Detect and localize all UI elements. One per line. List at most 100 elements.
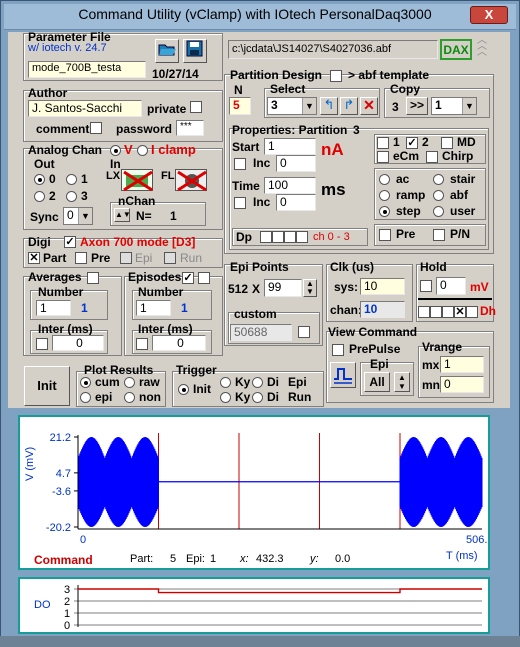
trigger-ky-radio-1[interactable] (220, 377, 231, 388)
open-file-button[interactable] (155, 39, 179, 63)
comment-checkbox[interactable] (90, 122, 102, 134)
ramp-radio[interactable] (379, 190, 390, 201)
averages-inter-label: Inter (ms) (38, 322, 93, 336)
v-clamp-radio[interactable] (110, 145, 121, 156)
copy-button[interactable]: >> (406, 97, 428, 115)
non-radio[interactable] (124, 392, 135, 403)
episodes-number-field[interactable]: 1 (136, 300, 171, 316)
trigger-ky-radio-2[interactable] (220, 392, 231, 403)
i-clamp-radio[interactable] (137, 145, 148, 156)
dh-checkbox-0[interactable] (418, 306, 430, 318)
param-file-name[interactable]: mode_700B_testa (28, 61, 146, 78)
sync-select[interactable]: 0 ▼ (63, 207, 93, 225)
dh-checkbox-4[interactable] (466, 306, 478, 318)
abf-radio[interactable] (433, 190, 444, 201)
trigger-di-radio-2[interactable] (252, 392, 263, 403)
time-inc-field[interactable]: 0 (276, 194, 316, 211)
chan-1-checkbox[interactable] (377, 137, 389, 149)
digi-run-checkbox[interactable] (164, 252, 176, 264)
dp-checkbox-1[interactable] (272, 231, 284, 243)
raw-radio[interactable] (124, 377, 135, 388)
axon-mode-checkbox[interactable]: ✓ (64, 236, 76, 248)
md-checkbox[interactable] (441, 137, 453, 149)
out-2-radio[interactable] (34, 191, 45, 202)
episodes-checkbox-1[interactable]: ✓ (182, 272, 194, 284)
prepulse-checkbox[interactable] (332, 344, 344, 356)
n-field[interactable]: 5 (229, 97, 251, 115)
out-3-radio[interactable] (66, 191, 77, 202)
time-field[interactable]: 100 (264, 177, 316, 194)
lx-crossed-icon[interactable] (121, 169, 153, 192)
user-radio[interactable] (433, 206, 444, 217)
chan-2-checkbox[interactable]: ✓ (406, 137, 418, 149)
dp-checkbox-0[interactable] (260, 231, 272, 243)
view-epi-all-button[interactable]: All (364, 372, 390, 392)
chan-field[interactable]: 10 (360, 301, 405, 318)
averages-number-field[interactable]: 1 (36, 300, 71, 316)
ac-radio[interactable] (379, 174, 390, 185)
mx-field[interactable]: 1 (440, 356, 484, 373)
select-partition[interactable]: 3 ▼ (267, 97, 317, 115)
averages-inter-checkbox[interactable] (36, 338, 48, 350)
save-file-button[interactable] (183, 39, 207, 63)
pre-checkbox[interactable] (379, 229, 391, 241)
out-0-radio[interactable] (34, 174, 45, 185)
stair-radio[interactable] (433, 174, 444, 185)
averages-inter-field[interactable]: 0 (52, 335, 104, 351)
copy-from-value: 3 (392, 100, 399, 114)
dp-checkbox-3[interactable] (296, 231, 308, 243)
digi-epi-checkbox[interactable] (120, 252, 132, 264)
delete-partition-button[interactable]: ✕ (360, 97, 378, 115)
epi-points-mult-field[interactable]: 99 (264, 279, 302, 297)
episodes-inter-checkbox[interactable] (136, 338, 148, 350)
abf-template-checkbox[interactable] (330, 70, 342, 82)
dp-checkbox-2[interactable] (284, 231, 296, 243)
episodes-checkbox-2[interactable] (198, 272, 210, 284)
digital-out-plot[interactable]: 3210 DO (18, 577, 490, 634)
epi-points-x: X (252, 282, 261, 296)
out-1-radio[interactable] (66, 174, 77, 185)
ac-label: ac (396, 172, 410, 186)
start-inc-checkbox[interactable] (234, 158, 246, 170)
view-epi-spin[interactable]: ▲ ▼ (394, 372, 410, 392)
averages-checkbox[interactable] (87, 272, 99, 284)
author-name-field[interactable]: J. Santos-Sacchi (28, 100, 142, 117)
dax-button[interactable]: DAX (440, 39, 472, 60)
dh-checkbox-2[interactable] (442, 306, 454, 318)
start-field[interactable]: 1 (264, 138, 316, 155)
trigger-init-radio[interactable] (178, 384, 189, 395)
ecm-checkbox[interactable] (377, 151, 389, 163)
nchan-spin[interactable]: ▲▼ (114, 208, 131, 222)
copy-to-select[interactable]: 1 ▼ (431, 97, 477, 115)
dh-checkbox-1[interactable] (430, 306, 442, 318)
hold-field[interactable]: 0 (436, 277, 466, 295)
redo-right-button[interactable]: ↱ (340, 97, 358, 115)
clk-header: Clk (us) (330, 260, 375, 274)
epi-points-spin[interactable]: ▲ ▼ (303, 279, 317, 297)
episodes-inter-field[interactable]: 0 (152, 335, 206, 351)
step-radio[interactable] (379, 206, 390, 217)
hold-checkbox[interactable] (420, 280, 432, 292)
time-inc-checkbox[interactable] (234, 197, 246, 209)
init-button[interactable]: Init (24, 366, 70, 406)
password-field[interactable]: *** (176, 120, 204, 136)
epi-radio[interactable] (80, 392, 91, 403)
digi-pre-checkbox[interactable] (75, 252, 87, 264)
chirp-checkbox[interactable] (426, 151, 438, 163)
close-button[interactable]: X (470, 6, 508, 24)
start-inc-field[interactable]: 0 (276, 155, 316, 172)
undo-left-button[interactable]: ↰ (320, 97, 338, 115)
digi-part-checkbox[interactable]: ✕ (28, 252, 40, 264)
pn-checkbox[interactable] (433, 229, 445, 241)
voltage-plot[interactable]: 21.2 4.7 -3.6 -20.2 0 506.9 V (mV) Command Pa… (18, 415, 494, 570)
sys-field[interactable]: 10 (360, 278, 405, 295)
cum-radio[interactable] (80, 377, 91, 388)
trigger-di-radio-1[interactable] (252, 377, 263, 388)
view-command-button[interactable] (330, 362, 356, 388)
mn-field[interactable]: 0 (440, 376, 484, 393)
dh-checkbox-3[interactable]: ✕ (454, 306, 466, 318)
custom-field[interactable]: 50688 (230, 324, 292, 341)
private-checkbox[interactable] (190, 101, 202, 113)
fl-crossed-icon[interactable] (175, 169, 207, 192)
custom-checkbox[interactable] (298, 326, 310, 338)
